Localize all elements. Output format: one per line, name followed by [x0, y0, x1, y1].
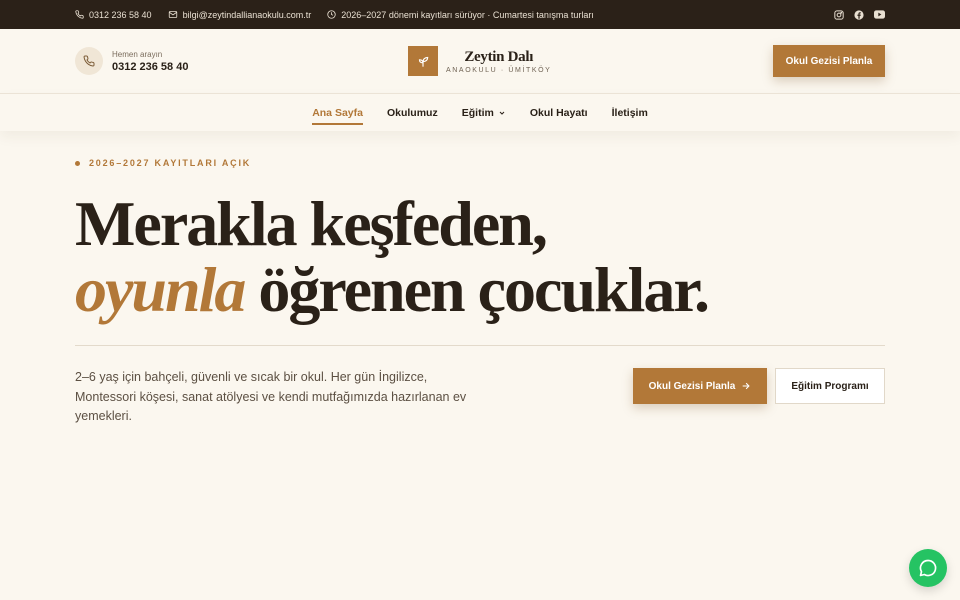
topbar-notice: 2026–2027 dönemi kayıtları sürüyor · Cum…: [327, 10, 594, 20]
youtube-icon[interactable]: [874, 10, 885, 19]
sprout-icon: [418, 56, 429, 67]
social-links: [834, 9, 885, 20]
topbar-notice-text: 2026–2027 dönemi kayıtları sürüyor · Cum…: [341, 9, 594, 20]
eyebrow-text: 2026–2027 KAYITLARI AÇIK: [89, 158, 252, 168]
hero-section: 2026–2027 KAYITLARI AÇIK Merakla keşfede…: [75, 158, 885, 427]
hero-lower: 2–6 yaş için bahçeli, güvenli ve sıcak b…: [75, 368, 885, 427]
logo-text: Zeytin Dalı ANAOKULU · ÜMİTKÖY: [446, 49, 551, 74]
clock-icon: [327, 10, 336, 19]
logo-subtitle: ANAOKULU · ÜMİTKÖY: [446, 66, 552, 74]
call-label: Hemen arayın: [112, 49, 163, 59]
nav-label: Eğitim: [461, 106, 494, 119]
nav-label: İletişim: [611, 106, 648, 119]
nav-label: Okulumuz: [386, 106, 438, 119]
hero-description: 2–6 yaş için bahçeli, güvenli ve sıcak b…: [75, 370, 467, 423]
nav-item-education[interactable]: Eğitim: [462, 103, 506, 123]
plan-tour-label: Okul Gezisi Planla: [648, 380, 736, 392]
site-header: Hemen arayın 0312 236 58 40 Zeytin Dalı …: [0, 29, 960, 93]
topbar-phone-text: 0312 236 58 40: [89, 9, 152, 20]
header-tour-button[interactable]: Okul Gezisi Planla: [773, 45, 885, 77]
mail-icon: [168, 11, 177, 18]
facebook-icon[interactable]: [854, 9, 864, 20]
nav-label: Okul Hayatı: [529, 106, 588, 119]
call-block[interactable]: Hemen arayın 0312 236 58 40: [75, 47, 188, 75]
hero-eyebrow: 2026–2027 KAYITLARI AÇIK: [75, 158, 885, 168]
chat-bubble-icon: [919, 559, 937, 577]
whatsapp-button[interactable]: [909, 549, 947, 587]
eyebrow-dot: [75, 160, 80, 166]
topbar-email-text: bilgi@zeytindallianaokulu.com.tr: [182, 9, 312, 20]
call-icon-circle: [75, 47, 103, 75]
logo-name: Zeytin Dalı: [464, 48, 534, 65]
headline-accent: oyunla: [75, 254, 246, 325]
topbar-phone[interactable]: 0312 236 58 40: [75, 10, 152, 20]
arrow-right-icon: [742, 382, 751, 390]
nav-label: Ana Sayfa: [312, 106, 363, 119]
nav-item-school-life[interactable]: Okul Hayatı: [530, 103, 588, 123]
nav-item-home[interactable]: Ana Sayfa: [312, 103, 363, 125]
top-bar: 0312 236 58 40 bilgi@zeytindallianaokulu…: [0, 0, 960, 29]
instagram-icon[interactable]: [834, 9, 844, 20]
hero-headline: Merakla keşfeden, oyunla öğrenen çocukla…: [75, 191, 885, 323]
call-number: 0312 236 58 40: [112, 60, 189, 73]
nav-item-school[interactable]: Okulumuz: [387, 103, 438, 123]
plan-tour-button[interactable]: Okul Gezisi Planla: [633, 368, 767, 404]
topbar-email[interactable]: bilgi@zeytindallianaokulu.com.tr: [168, 9, 312, 20]
chevron-down-icon: [499, 111, 505, 115]
hero-divider: [75, 345, 885, 346]
call-text: Hemen arayın 0312 236 58 40: [112, 50, 188, 73]
education-program-button[interactable]: Eğitim Programı: [775, 368, 885, 404]
site-logo[interactable]: Zeytin Dalı ANAOKULU · ÜMİTKÖY: [408, 46, 551, 76]
phone-icon: [83, 55, 95, 67]
headline-line-1: Merakla keşfeden,: [75, 188, 548, 259]
nav-item-contact[interactable]: İletişim: [612, 103, 648, 123]
hero-ctas: Okul Gezisi Planla Eğitim Programı: [633, 368, 885, 427]
logo-mark: [408, 46, 438, 76]
phone-icon: [75, 10, 84, 19]
headline-line-2: öğrenen çocuklar.: [244, 254, 710, 325]
main-nav: Ana Sayfa Okulumuz Eğitim Okul Hayatı İl…: [0, 93, 960, 131]
